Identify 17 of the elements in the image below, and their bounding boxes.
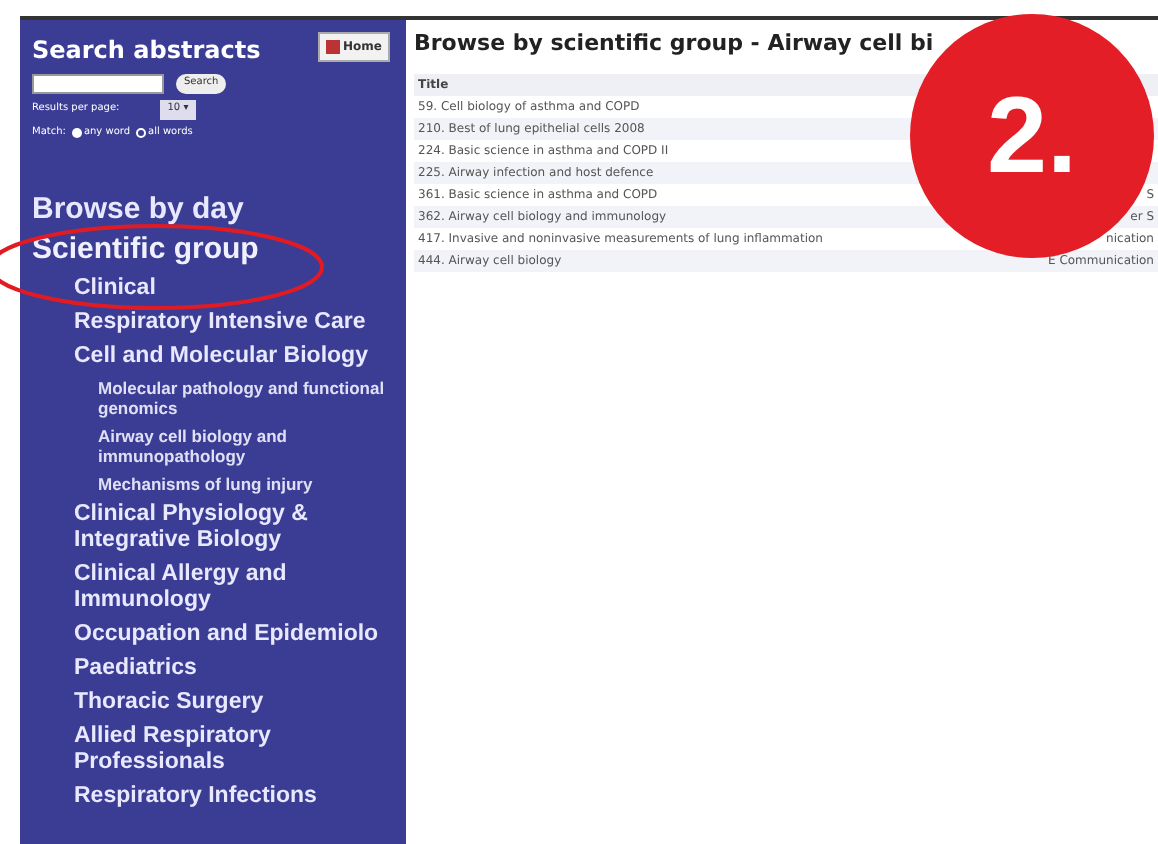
sidebar-link[interactable]: Respiratory Infections <box>32 780 406 814</box>
sidebar-link[interactable]: Clinical Physiology & Integrative Biology <box>32 498 406 558</box>
sidebar-link[interactable]: Occupation and Epidemiolo <box>32 618 406 652</box>
sidebar-link[interactable]: Molecular pathology and functional genomics <box>32 374 406 422</box>
browse-by-day-link[interactable]: Browse by day <box>32 192 406 226</box>
search-title: Search abstracts <box>32 34 261 68</box>
sidebar-link[interactable]: Cell and Molecular Biology <box>32 340 406 374</box>
sidebar-link[interactable]: Respiratory Intensive Care <box>32 306 406 340</box>
page-title: Browse by scientific group - Airway cell bi <box>414 28 936 60</box>
sidebar-link[interactable]: Thoracic Surgery <box>32 686 406 720</box>
sidebar-link[interactable]: Paediatrics <box>32 652 406 686</box>
sidebar-link[interactable]: Clinical <box>32 272 406 306</box>
sidebar-link[interactable]: Airway cell biology and immunopathology <box>32 422 406 470</box>
sidebar-link[interactable]: Allied Respiratory Professionals <box>32 720 406 780</box>
scientific-group-link[interactable]: Scientific group <box>32 232 259 266</box>
sidebar-link[interactable]: Mechanisms of lung injury <box>32 470 406 498</box>
sidebar-link[interactable]: Clinical Allergy and Immunology <box>32 558 406 618</box>
